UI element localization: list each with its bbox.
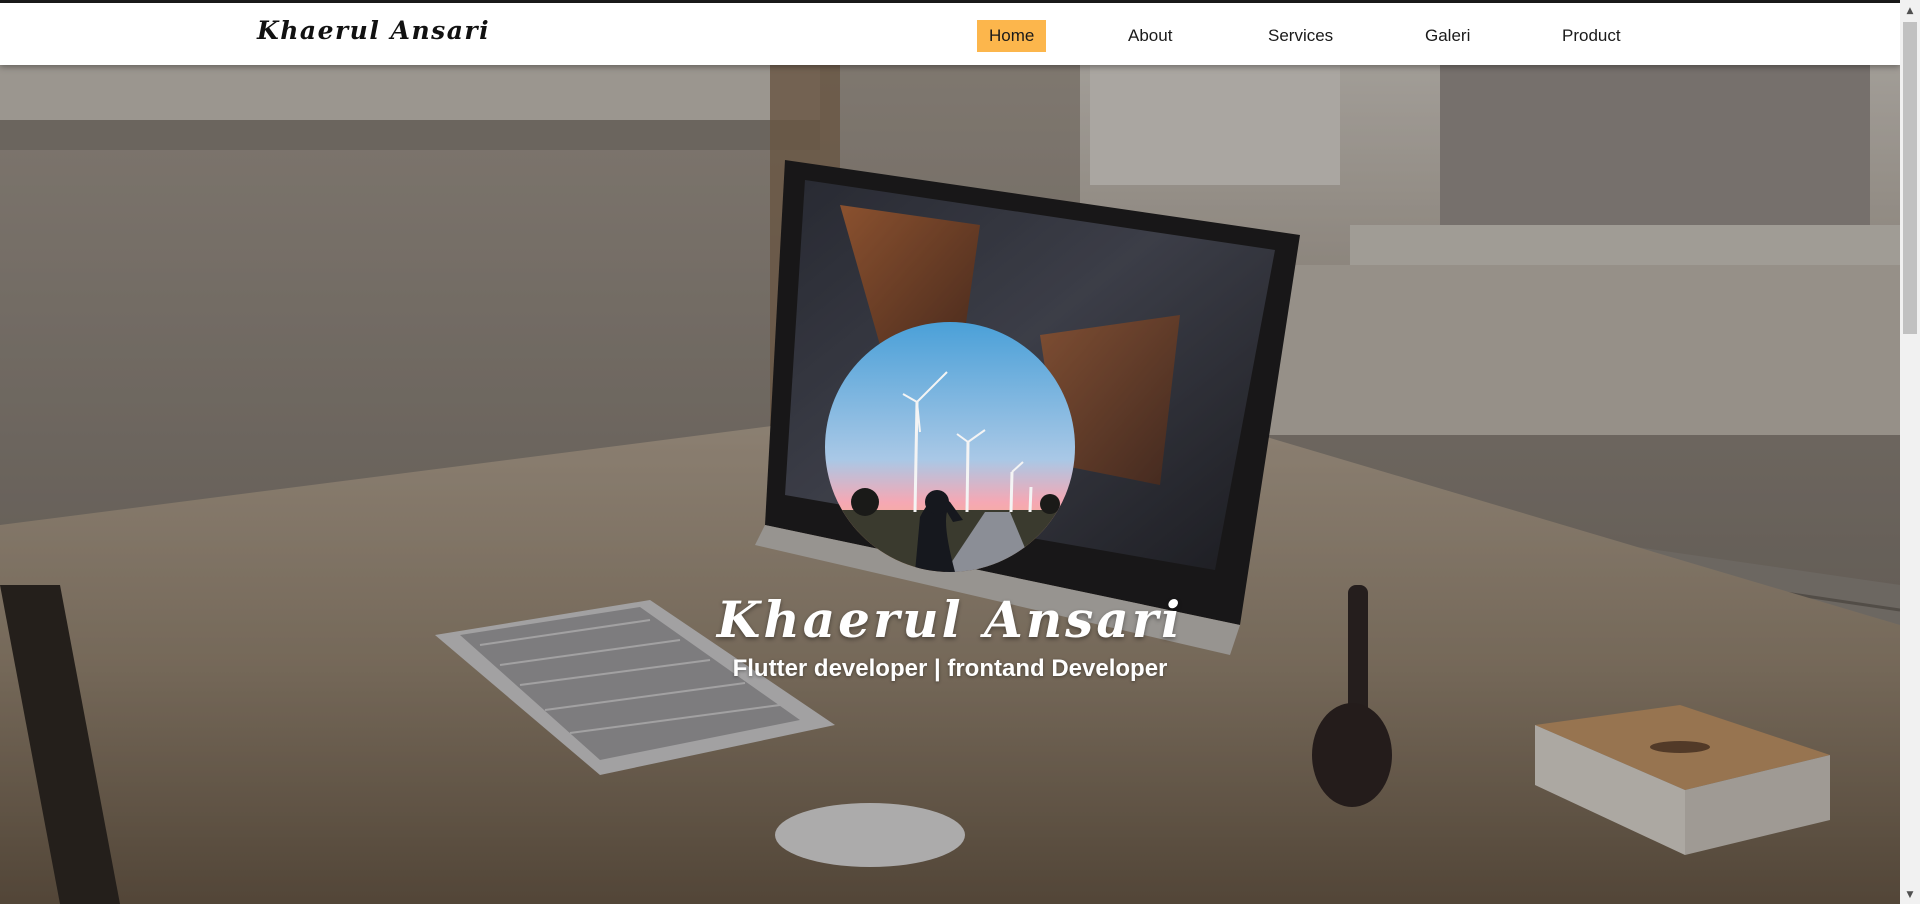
brand-logo[interactable]: Khaerul Ansari: [257, 16, 490, 45]
hero-name: Khaerul Ansari: [716, 590, 1184, 649]
nav-item-galeri[interactable]: Galeri: [1413, 20, 1482, 52]
hero-subtitle: Flutter developer | frontand Developer: [732, 655, 1168, 682]
nav-item-about[interactable]: About: [1116, 20, 1184, 52]
scroll-down-arrow-icon[interactable]: ▼: [1900, 887, 1920, 904]
navbar: Khaerul Ansari Home About Services Galer…: [0, 3, 1900, 65]
hero-section: Khaerul Ansari Flutter developer | front…: [0, 65, 1900, 904]
nav-item-home[interactable]: Home: [977, 20, 1047, 52]
scroll-up-arrow-icon[interactable]: ▲: [1900, 3, 1920, 20]
scrollbar-thumb[interactable]: [1903, 22, 1917, 334]
nav-item-services[interactable]: Services: [1256, 20, 1345, 52]
nav-item-product[interactable]: Product: [1550, 20, 1633, 52]
vertical-scrollbar[interactable]: ▲ ▼: [1900, 0, 1920, 904]
profile-avatar: [825, 322, 1075, 572]
